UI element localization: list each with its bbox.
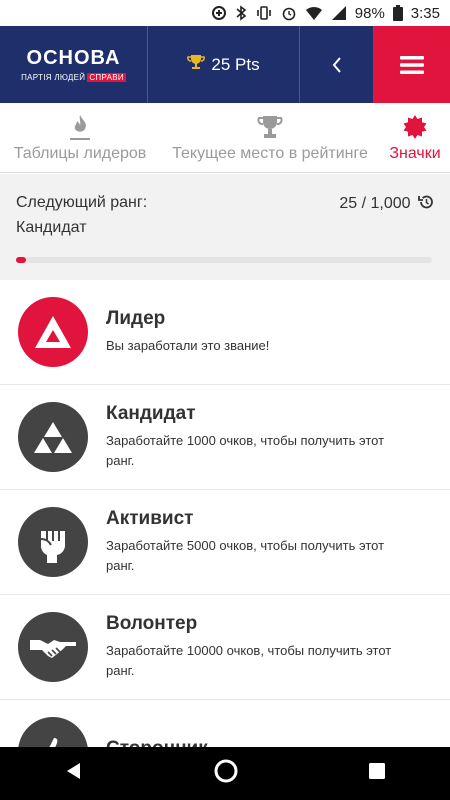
wifi-icon	[305, 5, 323, 21]
fist-icon	[18, 507, 88, 577]
points-progress-text: 25 / 1,000	[339, 195, 411, 212]
next-rank-name: Кандидат	[16, 219, 87, 236]
list-item[interactable]: Кандидат Заработайте 1000 очков, чтобы п…	[0, 385, 450, 490]
tab-label: Таблицы лидеров	[13, 145, 147, 162]
rank-title: Сторонник	[106, 738, 406, 747]
chevron-left-icon	[332, 56, 341, 73]
rank-description: Вы заработали это звание!	[106, 338, 270, 353]
battery-icon	[392, 5, 403, 21]
thumbs-up-icon	[18, 717, 88, 747]
flame-icon	[68, 113, 92, 141]
rank-title: Кандидат	[106, 403, 196, 424]
rank-description: Заработайте 1000 очков, чтобы получить э…	[106, 433, 385, 468]
logo-subtitle-text: ПАРТІЯ ЛЮДЕЙ	[21, 73, 86, 82]
logo-subtitle-red: СПРАВИ	[87, 73, 126, 82]
rank-title: Активист	[106, 508, 194, 529]
points-value: 25 Pts	[211, 54, 260, 74]
logo[interactable]: ОСНОВА ПАРТІЯ ЛЮДЕЙ СПРАВИ	[0, 26, 148, 103]
cellular-icon	[331, 5, 347, 21]
back-button[interactable]	[300, 26, 374, 103]
tab-current-rank[interactable]: Текущее место в рейтинге	[160, 103, 380, 172]
points-progress: 25 / 1,000	[339, 194, 434, 213]
app-bar: ОСНОВА ПАРТІЯ ЛЮДЕЙ СПРАВИ 25 Pts	[0, 26, 450, 103]
system-nav-bar	[0, 747, 450, 800]
rank-progress-bar	[16, 257, 432, 263]
trophy-icon	[187, 53, 206, 76]
menu-button[interactable]	[374, 26, 450, 103]
list-item[interactable]: Лидер Вы заработали это звание!	[0, 280, 450, 385]
rank-description: Заработайте 5000 очков, чтобы получить э…	[106, 538, 385, 573]
list-item[interactable]: Активист Заработайте 5000 очков, чтобы п…	[0, 490, 450, 595]
logo-title: ОСНОВА	[26, 47, 121, 69]
tab-badges[interactable]: Значки	[380, 103, 450, 172]
nav-back-icon[interactable]	[64, 761, 84, 786]
points-display[interactable]: 25 Pts	[148, 26, 300, 103]
triangles-icon	[18, 402, 88, 472]
trophy-icon	[257, 113, 283, 141]
next-rank-label: Следующий ранг:	[16, 194, 148, 211]
tab-label: Текущее место в рейтинге	[172, 145, 368, 162]
rank-title: Волонтер	[106, 613, 198, 634]
handshake-icon	[18, 612, 88, 682]
tab-leaderboards[interactable]: Таблицы лидеров	[0, 103, 160, 172]
rank-progress-fill	[16, 257, 27, 263]
clock: 3:35	[410, 4, 440, 22]
logo-subtitle: ПАРТІЯ ЛЮДЕЙ СПРАВИ	[21, 73, 126, 82]
vibrate-icon	[255, 5, 273, 21]
rank-title: Лидер	[106, 308, 166, 329]
rank-list: Лидер Вы заработали это звание! Кандидат…	[0, 280, 450, 747]
tab-label: Значки	[389, 145, 441, 162]
list-item[interactable]: Сторонник	[0, 700, 450, 747]
badge-icon	[402, 113, 428, 141]
next-rank-panel: Следующий ранг: 25 / 1,000 Кандидат	[0, 174, 450, 280]
status-bar: 98% 3:35	[0, 0, 450, 26]
battery-percent: 98%	[354, 4, 385, 22]
tab-bar: Таблицы лидеров Текущее место в рейтинге…	[0, 103, 450, 173]
alarm-icon	[281, 5, 297, 21]
hamburger-icon	[400, 55, 424, 74]
nav-home-icon[interactable]	[213, 758, 239, 789]
bluetooth-icon	[235, 5, 247, 21]
nav-recents-icon[interactable]	[368, 762, 386, 785]
data-saver-icon	[211, 5, 227, 21]
triangle-icon	[18, 297, 88, 367]
rank-description: Заработайте 10000 очков, чтобы получить …	[106, 643, 392, 678]
history-icon[interactable]	[418, 194, 434, 210]
list-item[interactable]: Волонтер Заработайте 10000 очков, чтобы …	[0, 595, 450, 700]
